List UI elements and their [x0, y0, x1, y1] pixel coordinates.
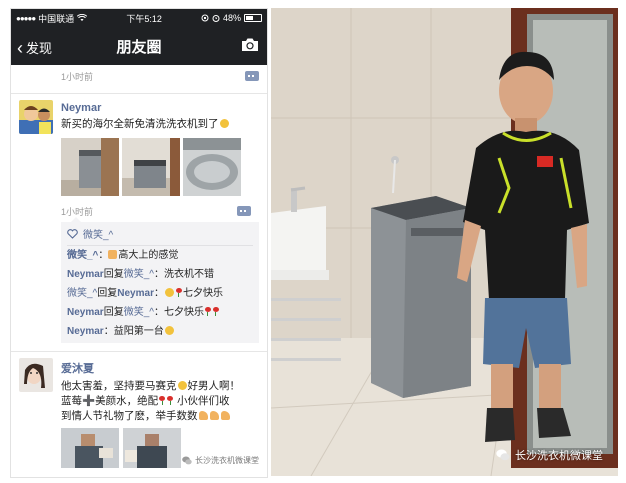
comment-item: 微笑_^回复Neymar： 七夕快乐 [67, 284, 253, 303]
moments-post: Neymar 新买的海尔全新免清洗洗衣机到了 1小时前 [11, 100, 267, 222]
back-button[interactable]: ‹ 发现 [17, 38, 52, 57]
avatar[interactable] [19, 100, 53, 134]
alarm-icon [212, 15, 220, 22]
watermark: 长沙洗衣机微课堂 [182, 455, 259, 466]
watermark-text: 长沙洗衣机微课堂 [195, 456, 259, 465]
post-line-2b: 美颜水，绝配 [95, 395, 159, 407]
post-footer: 1小时前 [61, 200, 259, 222]
comment-sep: ： [103, 326, 114, 337]
watermark: 长沙洗衣机微课堂 [496, 447, 603, 463]
reply-target[interactable]: 微笑_^ [124, 307, 154, 318]
washer-photo-3[interactable] [183, 138, 241, 196]
comment-sep: ： [153, 269, 164, 280]
comments-box: 微笑_^ 微笑_^： 高大上的感觉 Neymar回复微笑_^：洗衣机不错 微笑_^… [61, 217, 259, 343]
reply-target[interactable]: Neymar [117, 288, 154, 299]
muscle-emoji-icon [209, 411, 219, 420]
post-time: 1小时前 [61, 206, 94, 217]
rose-emoji-icon [204, 307, 211, 316]
wifi-icon [77, 14, 88, 21]
rose-emoji-icon [175, 288, 182, 297]
watermark-text: 长沙洗衣机微课堂 [515, 450, 603, 462]
photo-man-with-washer: 长沙洗衣机微课堂 [271, 8, 618, 476]
moments-screenshot: ●●●●● 中国联通 下午5:12 48% ‹ 发现 朋友圈 1小时前 Neym… [10, 8, 268, 478]
comment-icon[interactable] [237, 206, 251, 216]
smile-emoji-icon [164, 326, 174, 335]
gift-photo-1[interactable] [61, 428, 119, 468]
moments-feed: 1小时前 Neymar 新买的海尔全新免清洗洗衣机到了 1小时前 微笑_^ 微笑… [11, 65, 267, 477]
post-line-2a: 蓝莓 [61, 395, 82, 407]
divider [11, 351, 267, 352]
photo-scene [271, 8, 618, 476]
avatar[interactable] [19, 358, 53, 392]
comment-item: Neymar：益阳第一台 [67, 322, 253, 341]
reply-word: 回复 [103, 307, 124, 318]
rose-emoji-icon [159, 396, 166, 405]
status-bar: ●●●●● 中国联通 下午5:12 48% [11, 9, 267, 27]
plus-emoji-icon: ➕ [82, 395, 96, 407]
washer-photo-2[interactable] [122, 138, 180, 196]
smile-emoji-icon [164, 288, 174, 297]
post-text: 新买的海尔全新免清洗洗衣机到了 [61, 117, 259, 132]
comment-sep: ： [153, 288, 164, 299]
comment-author[interactable]: Neymar [67, 307, 104, 318]
gift-photo-2[interactable] [123, 428, 181, 468]
post-username[interactable]: Neymar [61, 100, 259, 114]
signal-icon: ●●●●● [16, 13, 36, 23]
comment-sep: ： [153, 307, 164, 318]
post-line-1b: 好男人啊！ [187, 380, 241, 392]
camera-icon[interactable] [241, 37, 259, 52]
comment-text: 七夕快乐 [163, 307, 204, 318]
post-line-1: 他太害羞，坚持要马赛克 [61, 380, 177, 392]
divider [11, 93, 267, 94]
post-username[interactable]: 爱沐夏 [61, 358, 259, 376]
status-time: 下午5:12 [126, 13, 162, 24]
lock-rotation-icon [201, 14, 209, 22]
post-text: 他太害羞，坚持要马赛克 好男人啊！ 蓝莓➕美颜水，绝配 小伙伴们收 到情人节礼物了… [61, 379, 259, 424]
shy-emoji-icon [177, 381, 187, 390]
battery-icon [243, 14, 262, 22]
comment-text: 益阳第一台 [113, 326, 164, 337]
back-chevron-icon: ‹ [17, 37, 23, 58]
wechat-icon [182, 456, 192, 465]
wechat-icon [496, 449, 510, 461]
previous-post-footer: 1小时前 [11, 65, 267, 87]
comment-author[interactable]: 微笑_^ [67, 288, 97, 299]
comment-item: Neymar回复微笑_^：七夕快乐 [67, 303, 253, 322]
reply-word: 回复 [103, 269, 124, 280]
comment-author[interactable]: Neymar [67, 326, 104, 337]
battery-percent: 48% [222, 13, 241, 23]
post-text-content: 新买的海尔全新免清洗洗衣机到了 [61, 118, 219, 130]
comment-text: 洗衣机不错 [163, 269, 214, 280]
comment-author[interactable]: 微笑_^ [67, 250, 98, 261]
back-label: 发现 [26, 41, 53, 56]
liker-name[interactable]: 微笑_^ [83, 226, 113, 241]
post-time: 1小时前 [61, 71, 94, 82]
post-line-3: 到情人节礼物了麽，举手数数 [61, 410, 198, 422]
comment-item: 微笑_^： 高大上的感觉 [67, 246, 253, 265]
rose-emoji-icon [212, 307, 219, 316]
comment-text: 高大上的感觉 [118, 250, 179, 261]
muscle-emoji-icon [220, 411, 230, 420]
comment-sep: ： [98, 250, 109, 261]
thumbs-up-emoji-icon [108, 250, 118, 259]
reply-word: 回复 [97, 288, 118, 299]
likes-row: 微笑_^ [67, 226, 253, 246]
post-line-2c: 小伙伴们收 [177, 395, 230, 407]
carrier-name: 中国联通 [38, 13, 75, 24]
heart-icon [67, 228, 78, 239]
moments-post: 爱沐夏 他太害羞，坚持要马赛克 好男人啊！ 蓝莓➕美颜水，绝配 小伙伴们收 到情人… [11, 358, 267, 468]
comment-text: 七夕快乐 [182, 288, 223, 299]
smile-emoji-icon [219, 119, 229, 128]
nav-bar: ‹ 发现 朋友圈 [11, 27, 267, 65]
washer-photo-1[interactable] [61, 138, 119, 196]
reply-target[interactable]: 微笑_^ [124, 269, 154, 280]
comment-author[interactable]: Neymar [67, 269, 104, 280]
muscle-emoji-icon [198, 411, 208, 420]
comment-item: Neymar回复微笑_^：洗衣机不错 [67, 265, 253, 284]
rose-emoji-icon [167, 396, 174, 405]
post-images [61, 138, 259, 196]
comment-icon[interactable] [245, 71, 259, 81]
